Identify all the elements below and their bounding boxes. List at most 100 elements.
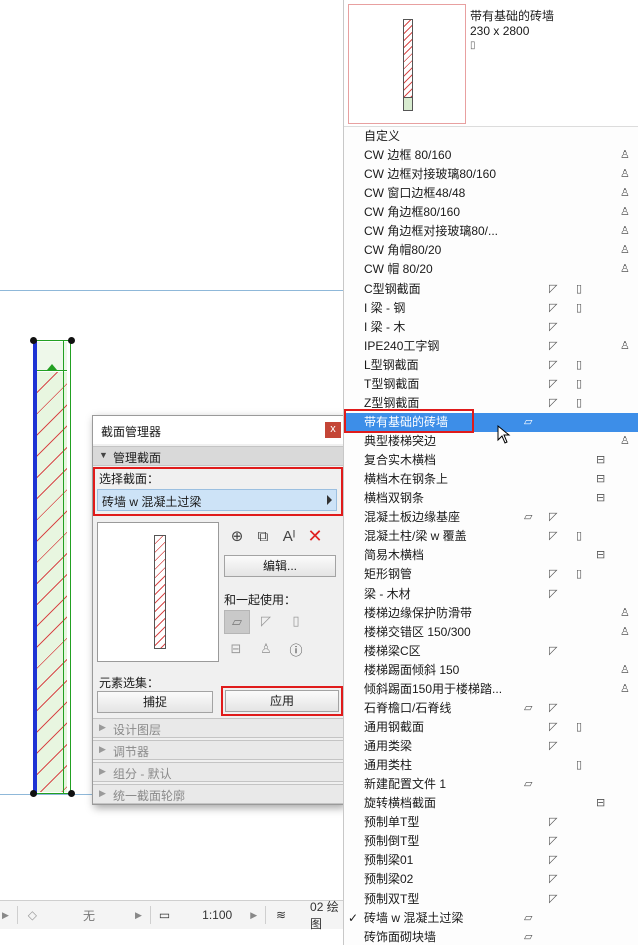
profile-list-item[interactable]: L型钢截面 ◸ ▯: [344, 356, 638, 375]
profile-list-item[interactable]: 楼梯交错区 150/300 ♙: [344, 623, 638, 642]
beam-type-icon: ◸: [549, 511, 558, 524]
triangle-right-icon: ▶: [99, 766, 106, 776]
beam-type-icon: ◸: [549, 282, 558, 295]
profile-list-item[interactable]: C型钢截面 ◸ ▯: [344, 280, 638, 299]
profile-list-item[interactable]: 混凝土柱/梁 w 覆盖 ◸ ▯: [344, 527, 638, 546]
section-unify-outline[interactable]: ▶ 统一截面轮廓: [93, 784, 343, 804]
dialog-titlebar[interactable]: 截面管理器 x: [93, 416, 343, 444]
layer-label[interactable]: 无: [83, 907, 95, 924]
profile-item-label: 楼梯踢面倾斜 150: [364, 662, 460, 677]
wall-type-icon: ▱: [524, 778, 533, 791]
profile-list-item[interactable]: CW 角帽80/20 ♙: [344, 241, 638, 260]
wall-node[interactable]: [30, 790, 37, 797]
apply-button[interactable]: 应用: [225, 690, 339, 712]
profile-list-item[interactable]: 复合实木横档 ⊟: [344, 451, 638, 470]
scale-label[interactable]: 1:100: [202, 908, 232, 922]
profile-item-label: 预制单T型: [364, 815, 420, 830]
profile-list-item[interactable]: I 梁 - 木 ◸: [344, 318, 638, 337]
profile-list-item[interactable]: CW 边框 80/160 ♙: [344, 146, 638, 165]
profile-list-item[interactable]: T型钢截面 ◸ ▯: [344, 375, 638, 394]
profile-item-label: 通用类梁: [364, 739, 413, 753]
profile-list-item[interactable]: 楼梯踢面倾斜 150 ♙: [344, 661, 638, 680]
profile-list-panel: 带有基础的砖墙 230 x 2800 ▯ 自定义 CW 边框 80/160 ♙ CW …: [343, 0, 638, 945]
rename-icon[interactable]: Aᴵ: [279, 526, 299, 546]
preview-size: 230 x 2800: [470, 24, 530, 38]
profile-item-label: 通用类柱: [364, 758, 413, 773]
stair-type-icon: ♙: [620, 263, 630, 276]
view-label[interactable]: 02 绘图: [310, 898, 345, 932]
wall-element[interactable]: [33, 340, 71, 794]
profile-list-item[interactable]: ✓ 砖墙 w 混凝土过梁 ▱: [344, 909, 638, 928]
beam-type-icon: ◸: [549, 892, 558, 905]
profile-item-label: 预制倒T型: [364, 834, 420, 849]
stack-icon: ≋: [275, 908, 287, 922]
beam-type-icon: ◸: [549, 301, 558, 314]
profile-item-label: C型钢截面: [364, 281, 421, 296]
profile-list-item[interactable]: 预制单T型 ◸: [344, 813, 638, 832]
profile-item-label: 混凝土板边缘基座: [364, 510, 461, 525]
edit-button[interactable]: 编辑...: [224, 555, 336, 577]
profile-item-label: 预制梁02: [364, 872, 414, 887]
wall-node[interactable]: [30, 337, 37, 344]
column-type-icon: ▯: [576, 358, 583, 371]
profile-list-item[interactable]: 横档木在钢条上 ⊟: [344, 470, 638, 489]
profile-list-item[interactable]: 预制双T型 ◸: [344, 890, 638, 909]
info-icon[interactable]: ⓘ: [284, 638, 308, 660]
duplicate-profile-icon[interactable]: ⧉: [253, 526, 273, 546]
profile-list-item[interactable]: 自定义: [344, 127, 638, 146]
profile-list-item[interactable]: 楼梯边缘保护防滑带 ♙: [344, 604, 638, 623]
beam-type-icon: ◸: [549, 873, 558, 886]
profile-list-item[interactable]: 梁 - 木材 ◸: [344, 585, 638, 604]
profile-list-item[interactable]: 预制梁02 ◸: [344, 870, 638, 889]
capture-button[interactable]: 捕捉: [97, 691, 213, 713]
profile-list-item[interactable]: 预制梁01 ◸: [344, 851, 638, 870]
arrow-right-icon[interactable]: ▶: [250, 910, 257, 921]
section-components[interactable]: ▶ 组分 - 默认: [93, 762, 343, 782]
arrow-right-icon[interactable]: ▶: [2, 910, 9, 921]
beam-type-icon[interactable]: ◸: [254, 610, 278, 632]
profile-list-item[interactable]: 旋转横档截面 ⊟: [344, 794, 638, 813]
delete-icon[interactable]: ✕: [305, 526, 325, 546]
wall-type-icon: ▱: [524, 911, 533, 924]
section-modifiers[interactable]: ▶ 调节器: [93, 740, 343, 760]
profile-list-item[interactable]: 混凝土板边缘基座 ▱ ◸: [344, 508, 638, 527]
stair-type-icon: ♙: [620, 225, 630, 238]
profile-list-item[interactable]: 通用钢截面 ◸ ▯: [344, 718, 638, 737]
profile-list-item[interactable]: 典型楼梯突边 ♙: [344, 432, 638, 451]
profile-list-item[interactable]: CW 帽 80/20 ♙: [344, 260, 638, 279]
profile-toolbar: ⊕ ⧉ Aᴵ ✕: [227, 526, 325, 546]
profile-select[interactable]: 砖墙 w 混凝土过梁: [97, 489, 337, 511]
profile-list-item[interactable]: CW 窗口边框48/48 ♙: [344, 184, 638, 203]
profile-list-item[interactable]: 砖饰面砌块墙 ▱: [344, 928, 638, 947]
profile-list-item[interactable]: 简易木横档 ⊟: [344, 546, 638, 565]
railing-type-icon[interactable]: ⊟: [224, 638, 248, 660]
profile-list-item[interactable]: 通用类柱 ▯: [344, 756, 638, 775]
column-type-icon[interactable]: ▯: [284, 610, 308, 632]
profile-list-item[interactable]: CW 边框对接玻璃80/160 ♙: [344, 165, 638, 184]
section-design-layers[interactable]: ▶ 设计图层: [93, 718, 343, 738]
section-manage-profiles[interactable]: ▼ 管理截面: [93, 446, 343, 466]
profile-list-item[interactable]: 预制倒T型 ◸: [344, 832, 638, 851]
arrow-right-icon[interactable]: ▶: [135, 910, 142, 921]
profile-list-item[interactable]: IPE240工字钢 ◸ ♙: [344, 337, 638, 356]
profile-list-item[interactable]: I 梁 - 钢 ◸ ▯: [344, 299, 638, 318]
profile-list-item[interactable]: CW 角边框80/160 ♙: [344, 203, 638, 222]
thumbnail-footing-shape: [403, 97, 413, 111]
stair-type-icon: ♙: [620, 625, 630, 638]
profile-list-item[interactable]: 倾斜踢面150用于楼梯踏... ♙: [344, 680, 638, 699]
beam-type-icon: ◸: [549, 568, 558, 581]
profile-list-item[interactable]: 矩形钢管 ◸ ▯: [344, 565, 638, 584]
wall-node[interactable]: [68, 790, 75, 797]
profile-list-item[interactable]: 新建配置文件 1 ▱: [344, 775, 638, 794]
wall-node[interactable]: [68, 337, 75, 344]
close-button[interactable]: x: [325, 422, 341, 438]
stair-type-icon[interactable]: ♙: [254, 638, 278, 660]
new-profile-icon[interactable]: ⊕: [227, 526, 247, 546]
checkmark-icon: ✓: [348, 910, 359, 925]
profile-list-item[interactable]: CW 角边框对接玻璃80/... ♙: [344, 222, 638, 241]
profile-list-item[interactable]: 通用类梁 ◸: [344, 737, 638, 756]
wall-type-icon[interactable]: ▱: [224, 610, 250, 634]
profile-list-item[interactable]: 楼梯梁C区 ◸: [344, 642, 638, 661]
profile-list-item[interactable]: 横档双钢条 ⊟: [344, 489, 638, 508]
profile-list-item[interactable]: 石脊檐口/石脊线 ▱ ◸: [344, 699, 638, 718]
